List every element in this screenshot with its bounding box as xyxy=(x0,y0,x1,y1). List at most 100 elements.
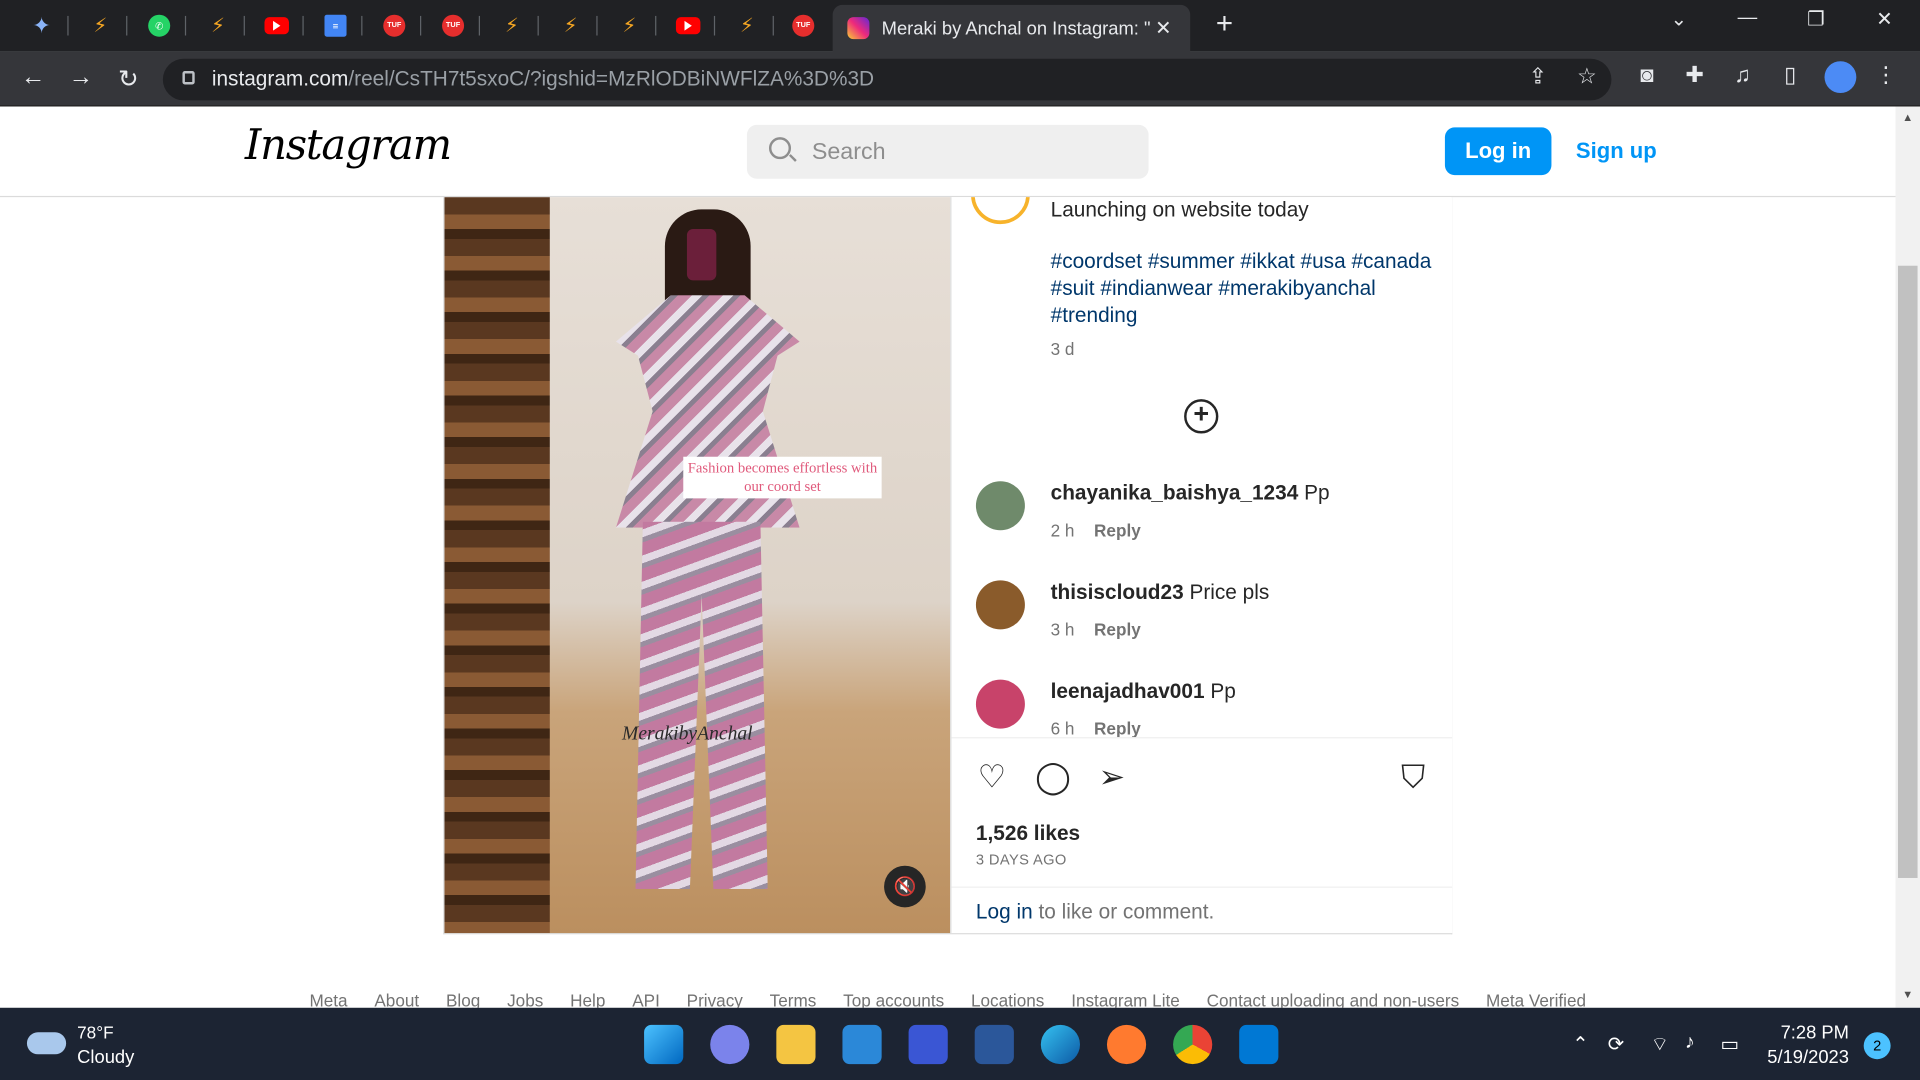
footer-link[interactable]: Help xyxy=(570,991,605,1008)
instagram-logo[interactable]: Instagram xyxy=(245,121,452,170)
commenter-avatar[interactable] xyxy=(975,679,1025,729)
reply-button[interactable]: Reply xyxy=(1094,520,1141,540)
pinned-tab-sign[interactable]: ⚡ xyxy=(720,5,774,47)
chrome-icon[interactable] xyxy=(1173,1024,1213,1065)
share-paper-plane-icon[interactable]: ➢ xyxy=(1093,758,1130,795)
camera-extension-icon[interactable]: ◙ xyxy=(1631,62,1663,88)
pinned-tab-sign[interactable]: ⚡ xyxy=(544,5,598,47)
bookmark-star-icon[interactable]: ☆ xyxy=(1571,64,1603,90)
tab-search-icon[interactable]: ⌄ xyxy=(1652,7,1706,31)
search-input[interactable]: Search xyxy=(746,124,1149,179)
like-heart-icon[interactable]: ♡ xyxy=(973,758,1010,795)
scroll-up-arrow-icon[interactable]: ▲ xyxy=(1900,111,1915,126)
sync-icon[interactable]: ⟳ xyxy=(1608,1032,1624,1056)
pinned-tab-tuf[interactable]: TUF xyxy=(367,5,422,47)
active-tab[interactable]: Meraki by Anchal on Instagram: " ✕ xyxy=(832,4,1191,52)
start-button-icon[interactable] xyxy=(644,1024,684,1065)
footer-link[interactable]: Blog xyxy=(446,991,480,1008)
taskbar-clock[interactable]: 7:28 PM 5/19/2023 xyxy=(1751,1021,1849,1070)
edge-icon[interactable] xyxy=(1040,1024,1081,1065)
new-tab-button[interactable]: + xyxy=(1207,7,1241,41)
restore-button[interactable]: ❐ xyxy=(1789,7,1843,31)
footer-link[interactable]: API xyxy=(632,991,660,1008)
likes-count[interactable]: 1,526 likes xyxy=(976,822,1080,846)
pinned-tab-sign[interactable]: ⚡ xyxy=(73,5,128,47)
mail-icon[interactable] xyxy=(842,1024,882,1065)
comment-time: 3 h xyxy=(1050,619,1075,640)
word-icon[interactable] xyxy=(974,1024,1014,1065)
comment-item: thisiscloud23 Price pls 3 h Reply xyxy=(975,580,1441,653)
sign-icon: ⚡ xyxy=(504,15,519,37)
pinned-tab-sign[interactable]: ⚡ xyxy=(485,5,539,47)
back-button[interactable]: ← xyxy=(16,64,50,92)
pinned-tab-docs[interactable]: ≡ xyxy=(309,5,363,47)
wifi-icon[interactable]: ⌔ xyxy=(1651,1032,1669,1056)
reel-video[interactable]: Fashion becomes effortless with our coor… xyxy=(444,197,951,934)
notification-badge[interactable]: 2 xyxy=(1863,1032,1891,1060)
url-text: instagram.com/reel/CsTH7t5sxoC/?igshid=M… xyxy=(211,67,875,91)
post-hashtags[interactable]: #coordset #summer #ikkat #usa #canada #s… xyxy=(1051,249,1443,330)
pinned-tab-youtube[interactable] xyxy=(661,5,716,47)
scrollbar-thumb[interactable] xyxy=(1897,265,1918,878)
pinned-tab-gemini[interactable]: ✦ xyxy=(15,5,69,47)
comments-scroll-area[interactable]: Launching on website today #coordset #su… xyxy=(951,197,1452,737)
mute-button[interactable]: 🔇 xyxy=(884,865,926,908)
reply-button[interactable]: Reply xyxy=(1094,620,1141,640)
battery-icon[interactable]: ▭ xyxy=(1720,1032,1739,1056)
comment-username[interactable]: chayanika_baishya_1234 xyxy=(1051,481,1299,504)
footer-link[interactable]: Meta Verified xyxy=(1486,991,1586,1008)
profile-avatar[interactable] xyxy=(1824,61,1857,94)
chrome-menu-icon[interactable]: ⋮ xyxy=(1870,62,1902,88)
extensions-puzzle-icon[interactable]: ✚ xyxy=(1679,62,1711,88)
pinned-tab-sign[interactable]: ⚡ xyxy=(602,5,657,47)
comment-time: 2 h xyxy=(1050,520,1075,541)
pinned-tab-tuf[interactable]: TUF xyxy=(426,5,481,47)
reply-button[interactable]: Reply xyxy=(1094,719,1141,737)
comment-item: leenajadhav001 Pp 6 h Reply xyxy=(975,679,1441,737)
file-explorer-icon[interactable] xyxy=(776,1024,816,1065)
volume-icon[interactable]: ♪ xyxy=(1685,1032,1695,1054)
commenter-avatar[interactable] xyxy=(975,481,1025,531)
login-prompt: Log in to like or comment. xyxy=(951,886,1453,934)
footer-link[interactable]: Instagram Lite xyxy=(1071,991,1180,1008)
scroll-down-arrow-icon[interactable]: ▼ xyxy=(1900,988,1915,1003)
vscode-icon[interactable] xyxy=(1239,1024,1279,1065)
load-more-comments-icon[interactable]: + xyxy=(1184,399,1219,434)
footer-link[interactable]: Jobs xyxy=(507,991,543,1008)
reload-button[interactable]: ↻ xyxy=(111,64,145,95)
comment-username[interactable]: leenajadhav001 xyxy=(1051,680,1205,703)
save-bookmark-icon[interactable]: ⛉ xyxy=(1395,758,1432,795)
login-to-comment-link[interactable]: Log in xyxy=(976,900,1033,923)
login-button[interactable]: Log in xyxy=(1444,127,1552,176)
media-controls-icon[interactable]: ♫ xyxy=(1727,62,1759,88)
footer-link[interactable]: Locations xyxy=(971,991,1044,1008)
docs-icon: ≡ xyxy=(324,14,347,37)
author-avatar[interactable] xyxy=(971,197,1030,225)
pinned-tab-whatsapp[interactable]: ✆ xyxy=(132,5,187,47)
pinned-tab-youtube[interactable] xyxy=(250,5,304,47)
forward-button[interactable]: → xyxy=(64,64,98,92)
share-icon[interactable]: ⇪ xyxy=(1522,64,1554,90)
side-panel-icon[interactable]: ▯ xyxy=(1774,62,1806,88)
footer-link[interactable]: Contact uploading and non-users xyxy=(1207,991,1460,1008)
pinned-tab-sign[interactable]: ⚡ xyxy=(191,5,245,47)
footer-link[interactable]: Top accounts xyxy=(843,991,944,1008)
footer-link[interactable]: Terms xyxy=(770,991,817,1008)
comment-username[interactable]: thisiscloud23 xyxy=(1051,580,1184,603)
signup-link[interactable]: Sign up xyxy=(1576,138,1657,164)
close-tab-icon[interactable]: ✕ xyxy=(1151,16,1175,40)
footer-link[interactable]: Privacy xyxy=(687,991,743,1008)
page-scrollbar[interactable]: ▲ ▼ xyxy=(1895,106,1920,1008)
mathway-icon[interactable] xyxy=(908,1024,948,1065)
address-bar[interactable]: instagram.com/reel/CsTH7t5sxoC/?igshid=M… xyxy=(162,58,1612,101)
pinned-tab-tuf[interactable]: TUF xyxy=(776,5,830,47)
pen-app-icon[interactable] xyxy=(1106,1024,1147,1065)
show-hidden-icons-icon[interactable]: ⌃ xyxy=(1572,1032,1588,1056)
chat-icon[interactable] xyxy=(710,1024,750,1065)
footer-link[interactable]: Meta xyxy=(309,991,347,1008)
footer-link[interactable]: About xyxy=(374,991,419,1008)
commenter-avatar[interactable] xyxy=(975,580,1025,630)
minimize-button[interactable]: — xyxy=(1720,7,1774,29)
comment-bubble-icon[interactable]: ◯ xyxy=(1035,758,1072,795)
close-window-button[interactable]: ✕ xyxy=(1858,7,1912,31)
